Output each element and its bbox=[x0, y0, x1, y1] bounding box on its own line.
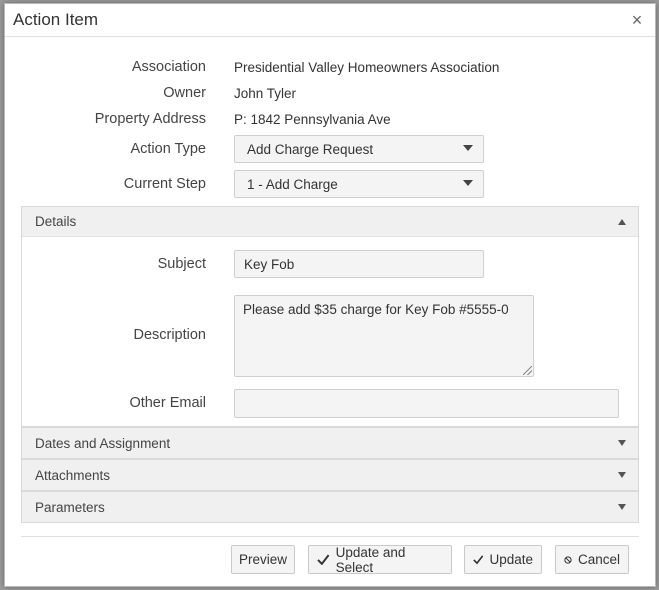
parameters-panel[interactable]: Parameters bbox=[21, 491, 639, 523]
chevron-down-icon bbox=[463, 145, 473, 151]
ban-icon bbox=[564, 555, 572, 564]
dates-assignment-title: Dates and Assignment bbox=[35, 435, 171, 451]
chevron-down-icon bbox=[463, 180, 473, 186]
action-type-label: Action Type bbox=[130, 141, 206, 157]
other-email-label: Other Email bbox=[129, 395, 206, 411]
current-step-label: Current Step bbox=[123, 176, 206, 192]
association-value: Presidential Valley Homeowners Associati… bbox=[234, 59, 500, 75]
chevron-down-icon bbox=[618, 504, 626, 510]
property-row: Property Address P: 1842 Pennsylvania Av… bbox=[5, 106, 655, 132]
other-email-input[interactable] bbox=[234, 389, 619, 418]
dates-assignment-header[interactable]: Dates and Assignment bbox=[22, 428, 638, 458]
footer-divider bbox=[21, 536, 639, 537]
chevron-down-icon bbox=[618, 472, 626, 478]
preview-button-label: Preview bbox=[239, 552, 288, 567]
action-type-value: Add Charge Request bbox=[247, 141, 374, 157]
property-address-label: Property Address bbox=[94, 111, 206, 127]
update-button-label: Update bbox=[489, 552, 533, 567]
check-icon bbox=[473, 555, 484, 565]
owner-value: John Tyler bbox=[234, 85, 297, 101]
close-icon[interactable]: × bbox=[627, 10, 647, 30]
parameters-title: Parameters bbox=[35, 499, 105, 515]
details-panel-header[interactable]: Details bbox=[22, 207, 638, 237]
dialog-title: Action Item bbox=[13, 10, 99, 29]
cancel-button-label: Cancel bbox=[577, 552, 620, 567]
subject-label: Subject bbox=[157, 256, 206, 272]
subject-input[interactable]: Key Fob bbox=[234, 250, 484, 278]
property-address-value: P: 1842 Pennsylvania Ave bbox=[234, 111, 391, 127]
details-panel-title: Details bbox=[35, 214, 77, 229]
description-value: Please add $35 charge for Key Fob #5555-… bbox=[243, 302, 509, 317]
subject-value: Key Fob bbox=[244, 256, 295, 272]
preview-button[interactable]: Preview bbox=[231, 545, 295, 574]
description-textarea[interactable]: Please add $35 charge for Key Fob #5555-… bbox=[234, 295, 534, 377]
action-item-dialog: Action Item × Association Presidential V… bbox=[4, 3, 656, 587]
resize-grip-icon[interactable] bbox=[523, 366, 532, 375]
current-step-select[interactable]: 1 - Add Charge bbox=[234, 170, 484, 198]
chevron-down-icon bbox=[618, 440, 626, 446]
owner-label: Owner bbox=[163, 85, 206, 101]
update-and-select-label: Update and Select bbox=[335, 544, 406, 575]
association-row: Association Presidential Valley Homeowne… bbox=[5, 54, 655, 80]
association-label: Association bbox=[131, 59, 206, 75]
update-button[interactable]: Update bbox=[464, 545, 542, 574]
check-icon bbox=[317, 554, 330, 565]
attachments-title: Attachments bbox=[35, 467, 111, 483]
chevron-up-icon bbox=[618, 219, 626, 225]
dialog-titlebar: Action Item × bbox=[5, 4, 655, 37]
current-step-value: 1 - Add Charge bbox=[247, 176, 338, 192]
dates-assignment-panel[interactable]: Dates and Assignment bbox=[21, 427, 639, 459]
update-and-select-button[interactable]: Update and Select bbox=[308, 544, 452, 575]
attachments-header[interactable]: Attachments bbox=[22, 460, 638, 490]
description-label: Description bbox=[133, 327, 206, 343]
cancel-button[interactable]: Cancel bbox=[555, 545, 629, 574]
owner-row: Owner John Tyler bbox=[5, 80, 655, 106]
parameters-header[interactable]: Parameters bbox=[22, 492, 638, 522]
action-type-select[interactable]: Add Charge Request bbox=[234, 135, 484, 163]
attachments-panel[interactable]: Attachments bbox=[21, 459, 639, 491]
